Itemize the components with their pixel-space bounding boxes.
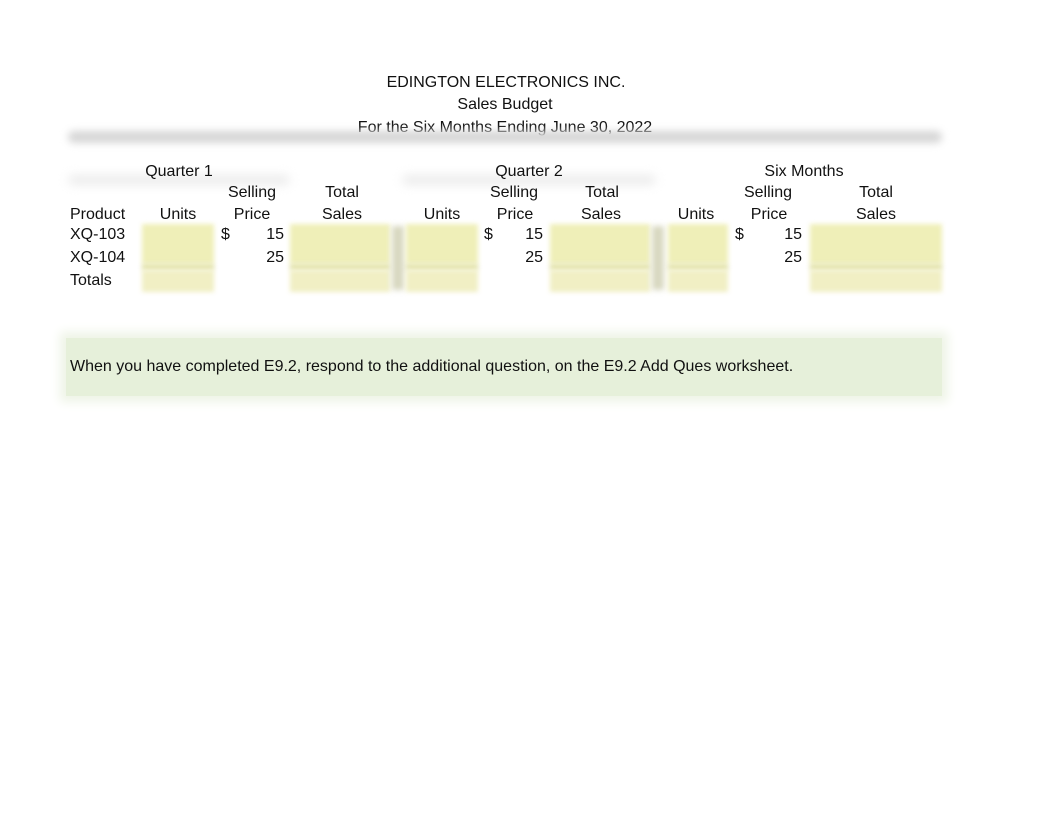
q2-price-xq104: 25: [525, 249, 543, 266]
q1-units-input-xq103[interactable]: [142, 224, 214, 264]
q1-sales-header: Sales: [321, 206, 363, 223]
q2-price-header: Price: [496, 206, 534, 223]
q1-currency-xq103: $: [221, 226, 230, 243]
group-label-quarter1: Quarter 1: [145, 163, 213, 180]
q1-units-total[interactable]: [142, 270, 214, 292]
note-text: When you have completed E9.2, respond to…: [70, 358, 794, 375]
q2-price-header-top: Selling: [489, 184, 539, 201]
six-sales-input[interactable]: [810, 224, 942, 264]
q2-price-xq103: 15: [525, 226, 543, 243]
six-price-xq103: 15: [784, 226, 802, 243]
q2-sales-header-top: Total: [585, 184, 619, 201]
q1-sales-header-top: Total: [325, 184, 359, 201]
q1-units-header: Units: [159, 206, 197, 223]
six-price-header: Price: [750, 206, 788, 223]
q2-sales-input[interactable]: [550, 224, 650, 264]
six-sales-header-top: Total: [859, 184, 893, 201]
q1-price-header: Price: [233, 206, 271, 223]
q2-units-header: Units: [423, 206, 461, 223]
six-sales-header: Sales: [855, 206, 897, 223]
q2-currency-xq103: $: [484, 226, 493, 243]
six-units-input[interactable]: [668, 224, 728, 264]
six-price-xq104: 25: [784, 249, 802, 266]
q1-sales-input[interactable]: [290, 224, 390, 264]
group-label-six-months: Six Months: [764, 163, 844, 180]
product-xq103: XQ-103: [70, 226, 126, 243]
q2-units-total[interactable]: [406, 270, 478, 292]
column-separator: [392, 226, 404, 290]
column-separator: [652, 226, 664, 290]
q1-price-header-top: Selling: [227, 184, 277, 201]
q2-sales-header: Sales: [580, 206, 622, 223]
q1-price-xq103: 15: [266, 226, 284, 243]
six-units-header: Units: [677, 206, 715, 223]
company-name: EDINGTON ELECTRONICS INC.: [386, 74, 626, 91]
group-label-quarter2: Quarter 2: [495, 163, 563, 180]
product-header: Product: [70, 206, 126, 223]
six-units-total[interactable]: [668, 270, 728, 292]
product-xq104: XQ-104: [70, 249, 126, 266]
title-underline-bar: [68, 131, 942, 143]
six-price-header-top: Selling: [743, 184, 793, 201]
six-currency-xq103: $: [735, 226, 744, 243]
q2-sales-total[interactable]: [550, 270, 650, 292]
report-title: Sales Budget: [457, 96, 553, 113]
totals-label: Totals: [70, 272, 112, 289]
six-sales-total[interactable]: [810, 270, 942, 292]
q1-price-xq104: 25: [266, 249, 284, 266]
q1-sales-total[interactable]: [290, 270, 390, 292]
q2-units-input[interactable]: [406, 224, 478, 264]
